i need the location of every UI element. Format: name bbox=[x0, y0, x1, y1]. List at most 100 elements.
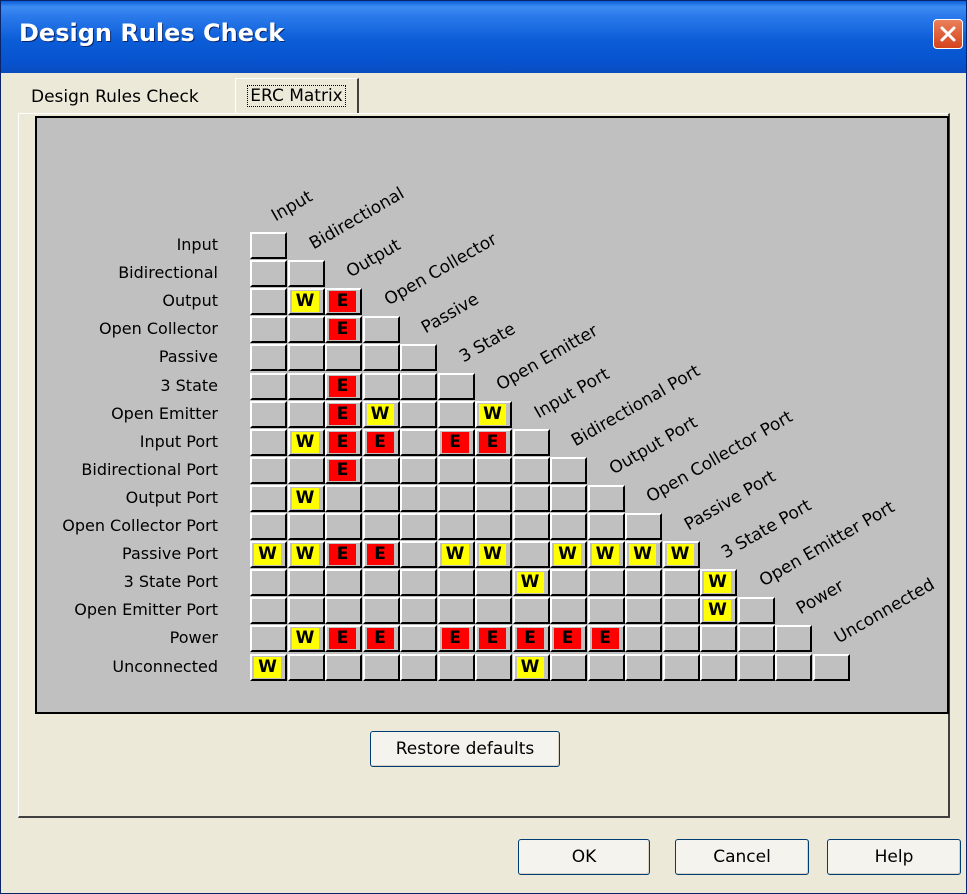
matrix-cell[interactable] bbox=[737, 653, 775, 681]
matrix-cell[interactable] bbox=[587, 484, 625, 512]
matrix-cell[interactable] bbox=[400, 428, 437, 456]
matrix-cell[interactable] bbox=[287, 653, 325, 681]
matrix-cell[interactable]: W bbox=[550, 541, 587, 569]
matrix-cell[interactable] bbox=[550, 569, 587, 597]
matrix-cell[interactable] bbox=[325, 344, 362, 372]
tab-design-rules-check[interactable]: Design Rules Check bbox=[23, 81, 233, 113]
matrix-cell[interactable] bbox=[662, 597, 700, 625]
matrix-cell[interactable] bbox=[400, 569, 437, 597]
matrix-cell[interactable] bbox=[400, 372, 437, 400]
matrix-cell[interactable] bbox=[437, 513, 475, 540]
matrix-cell[interactable]: W bbox=[512, 569, 550, 597]
close-button[interactable] bbox=[933, 19, 963, 49]
matrix-cell[interactable] bbox=[437, 456, 475, 484]
matrix-cell[interactable]: W bbox=[250, 653, 287, 681]
matrix-cell[interactable] bbox=[625, 513, 662, 540]
matrix-cell[interactable]: W bbox=[287, 288, 325, 316]
matrix-cell[interactable]: E bbox=[325, 625, 362, 653]
matrix-cell[interactable]: E bbox=[325, 400, 362, 428]
matrix-cell[interactable]: W bbox=[512, 653, 550, 681]
matrix-cell[interactable] bbox=[737, 625, 775, 653]
matrix-cell[interactable] bbox=[512, 456, 550, 484]
matrix-cell[interactable] bbox=[250, 232, 287, 259]
matrix-cell[interactable] bbox=[362, 372, 400, 400]
matrix-cell[interactable] bbox=[362, 513, 400, 540]
matrix-cell[interactable] bbox=[475, 513, 512, 540]
matrix-cell[interactable]: W bbox=[287, 541, 325, 569]
matrix-cell[interactable] bbox=[250, 400, 287, 428]
matrix-cell[interactable] bbox=[250, 569, 287, 597]
matrix-cell[interactable]: E bbox=[325, 372, 362, 400]
matrix-cell[interactable] bbox=[662, 625, 700, 653]
matrix-cell[interactable]: E bbox=[325, 288, 362, 316]
help-button[interactable]: Help bbox=[827, 839, 961, 875]
matrix-cell[interactable] bbox=[250, 484, 287, 512]
matrix-cell[interactable]: W bbox=[287, 484, 325, 512]
matrix-cell[interactable] bbox=[287, 569, 325, 597]
matrix-cell[interactable] bbox=[437, 653, 475, 681]
matrix-cell[interactable] bbox=[475, 653, 512, 681]
matrix-cell[interactable] bbox=[475, 484, 512, 512]
matrix-cell[interactable] bbox=[587, 653, 625, 681]
matrix-cell[interactable] bbox=[287, 344, 325, 372]
matrix-cell[interactable] bbox=[250, 316, 287, 344]
matrix-cell[interactable] bbox=[512, 597, 550, 625]
matrix-cell[interactable] bbox=[400, 484, 437, 512]
matrix-cell[interactable]: W bbox=[475, 400, 512, 428]
matrix-cell[interactable] bbox=[250, 597, 287, 625]
matrix-cell[interactable] bbox=[325, 484, 362, 512]
matrix-cell[interactable] bbox=[437, 372, 475, 400]
matrix-cell[interactable] bbox=[287, 513, 325, 540]
matrix-cell[interactable] bbox=[325, 597, 362, 625]
matrix-cell[interactable] bbox=[362, 484, 400, 512]
matrix-cell[interactable] bbox=[400, 541, 437, 569]
matrix-cell[interactable]: E bbox=[325, 428, 362, 456]
matrix-cell[interactable] bbox=[775, 653, 812, 681]
matrix-cell[interactable] bbox=[287, 456, 325, 484]
matrix-cell[interactable] bbox=[437, 400, 475, 428]
matrix-cell[interactable] bbox=[550, 653, 587, 681]
matrix-cell[interactable] bbox=[775, 625, 812, 653]
matrix-cell[interactable]: W bbox=[475, 541, 512, 569]
matrix-cell[interactable] bbox=[362, 316, 400, 344]
matrix-cell[interactable] bbox=[400, 344, 437, 372]
matrix-cell[interactable] bbox=[550, 513, 587, 540]
matrix-cell[interactable]: E bbox=[437, 625, 475, 653]
tab-erc-matrix[interactable]: ERC Matrix bbox=[235, 78, 359, 114]
matrix-cell[interactable]: W bbox=[700, 569, 737, 597]
matrix-cell[interactable] bbox=[587, 513, 625, 540]
matrix-cell[interactable]: W bbox=[437, 541, 475, 569]
matrix-cell[interactable]: E bbox=[362, 625, 400, 653]
matrix-cell[interactable]: W bbox=[700, 597, 737, 625]
matrix-cell[interactable] bbox=[362, 569, 400, 597]
matrix-cell[interactable] bbox=[325, 653, 362, 681]
matrix-cell[interactable]: W bbox=[362, 400, 400, 428]
matrix-cell[interactable] bbox=[475, 569, 512, 597]
matrix-cell[interactable] bbox=[250, 260, 287, 288]
matrix-cell[interactable] bbox=[400, 400, 437, 428]
matrix-cell[interactable] bbox=[250, 428, 287, 456]
matrix-cell[interactable] bbox=[325, 513, 362, 540]
matrix-cell[interactable] bbox=[250, 288, 287, 316]
matrix-cell[interactable] bbox=[362, 597, 400, 625]
matrix-cell[interactable] bbox=[250, 372, 287, 400]
matrix-cell[interactable] bbox=[812, 653, 850, 681]
matrix-cell[interactable] bbox=[400, 456, 437, 484]
matrix-cell[interactable] bbox=[625, 569, 662, 597]
matrix-cell[interactable]: E bbox=[362, 541, 400, 569]
matrix-cell[interactable]: W bbox=[587, 541, 625, 569]
matrix-cell[interactable]: E bbox=[475, 428, 512, 456]
matrix-cell[interactable] bbox=[362, 344, 400, 372]
matrix-cell[interactable] bbox=[700, 625, 737, 653]
matrix-cell[interactable] bbox=[512, 484, 550, 512]
matrix-cell[interactable] bbox=[662, 653, 700, 681]
matrix-cell[interactable]: E bbox=[512, 625, 550, 653]
matrix-cell[interactable] bbox=[587, 597, 625, 625]
matrix-cell[interactable]: W bbox=[250, 541, 287, 569]
matrix-cell[interactable] bbox=[250, 456, 287, 484]
matrix-cell[interactable] bbox=[287, 316, 325, 344]
matrix-cell[interactable] bbox=[250, 625, 287, 653]
matrix-cell[interactable] bbox=[700, 653, 737, 681]
matrix-cell[interactable] bbox=[400, 597, 437, 625]
matrix-cell[interactable]: W bbox=[287, 428, 325, 456]
